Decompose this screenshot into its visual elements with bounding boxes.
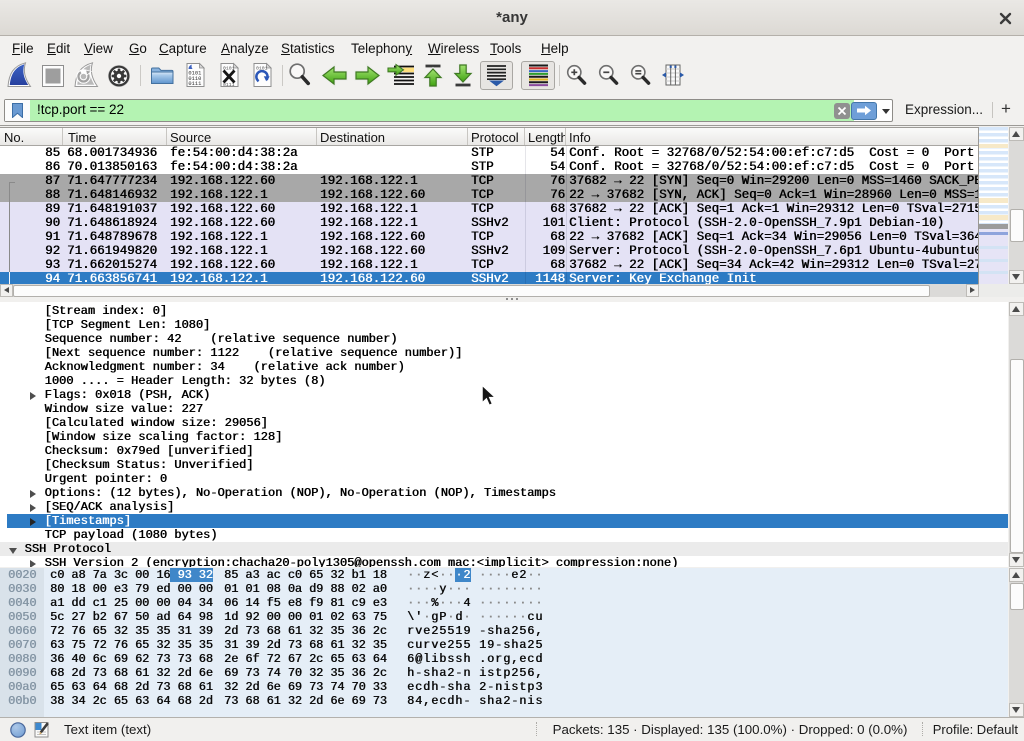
- svg-text:0111: 0111: [188, 81, 201, 87]
